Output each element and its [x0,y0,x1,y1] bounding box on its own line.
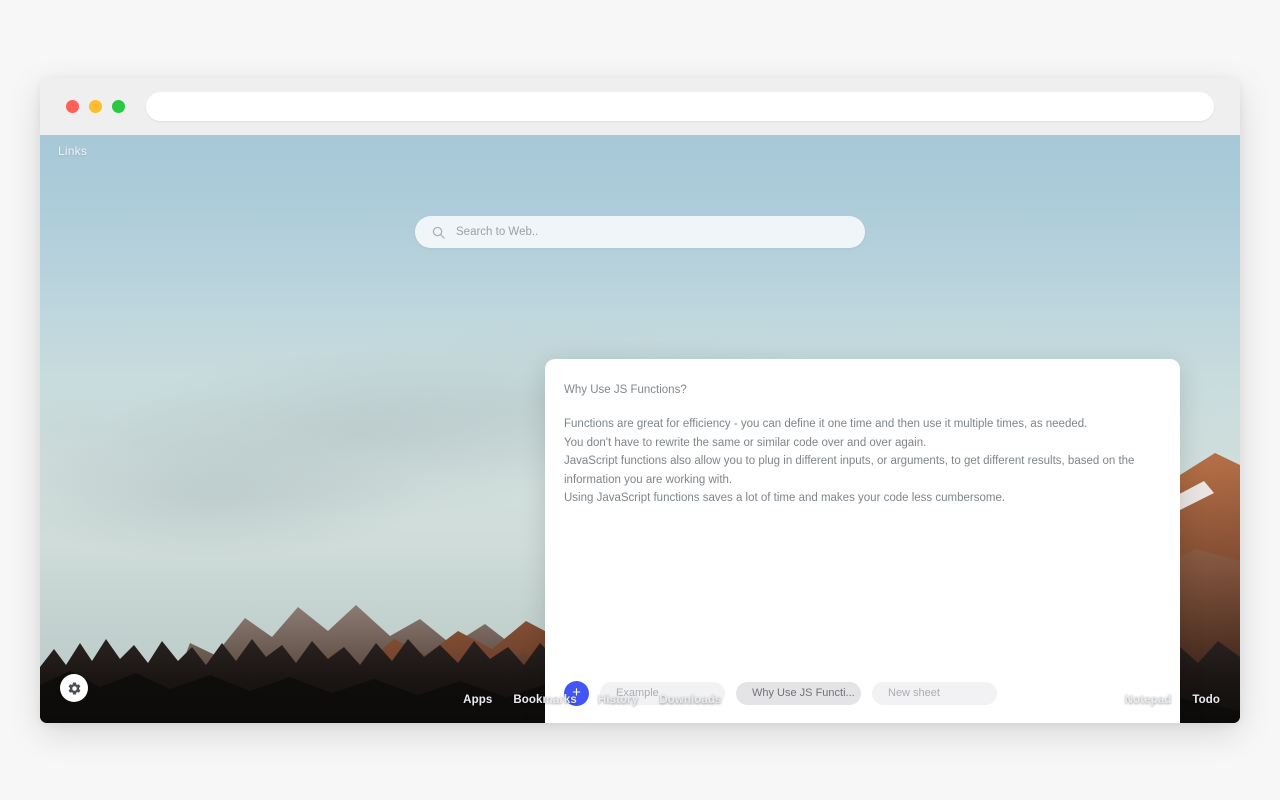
links-label: Links [58,144,88,158]
taskbar-link-bookmarks[interactable]: Bookmarks [513,694,577,706]
minimize-button[interactable] [89,100,102,113]
notepad-card: Why Use JS Functions? Functions are grea… [545,359,1180,723]
taskbar-link-downloads[interactable]: Downloads [659,694,721,706]
taskbar-left-links: Apps Bookmarks History Downloads [463,694,721,706]
note-title: Why Use JS Functions? [564,384,687,396]
taskbar-link-todo[interactable]: Todo [1192,694,1220,706]
address-bar-input[interactable] [146,92,1214,121]
search-icon [432,226,445,239]
note-body[interactable]: Why Use JS Functions? Functions are grea… [545,359,1180,672]
search-input[interactable] [456,226,849,238]
settings-button[interactable] [60,674,88,702]
sheet-tab-new-sheet[interactable]: New sheet [872,681,997,705]
browser-titlebar [40,78,1240,135]
web-search-bar[interactable] [415,216,865,248]
taskbar-link-apps[interactable]: Apps [463,694,492,706]
window-controls [66,100,125,113]
page-viewport: Links Why Use JS Functions? Functions ar… [40,135,1240,723]
browser-window: Links Why Use JS Functions? Functions ar… [40,78,1240,723]
maximize-button[interactable] [112,100,125,113]
sheet-tab-why-use-js-functions[interactable]: Why Use JS Functi... [736,681,861,705]
close-button[interactable] [66,100,79,113]
note-text: Functions are great for efficiency - you… [564,417,1135,505]
gear-icon [68,681,80,695]
taskbar-link-notepad[interactable]: Notepad [1125,694,1172,706]
taskbar-right-links: Notepad Todo [1125,694,1220,706]
taskbar-link-history[interactable]: History [598,694,638,706]
